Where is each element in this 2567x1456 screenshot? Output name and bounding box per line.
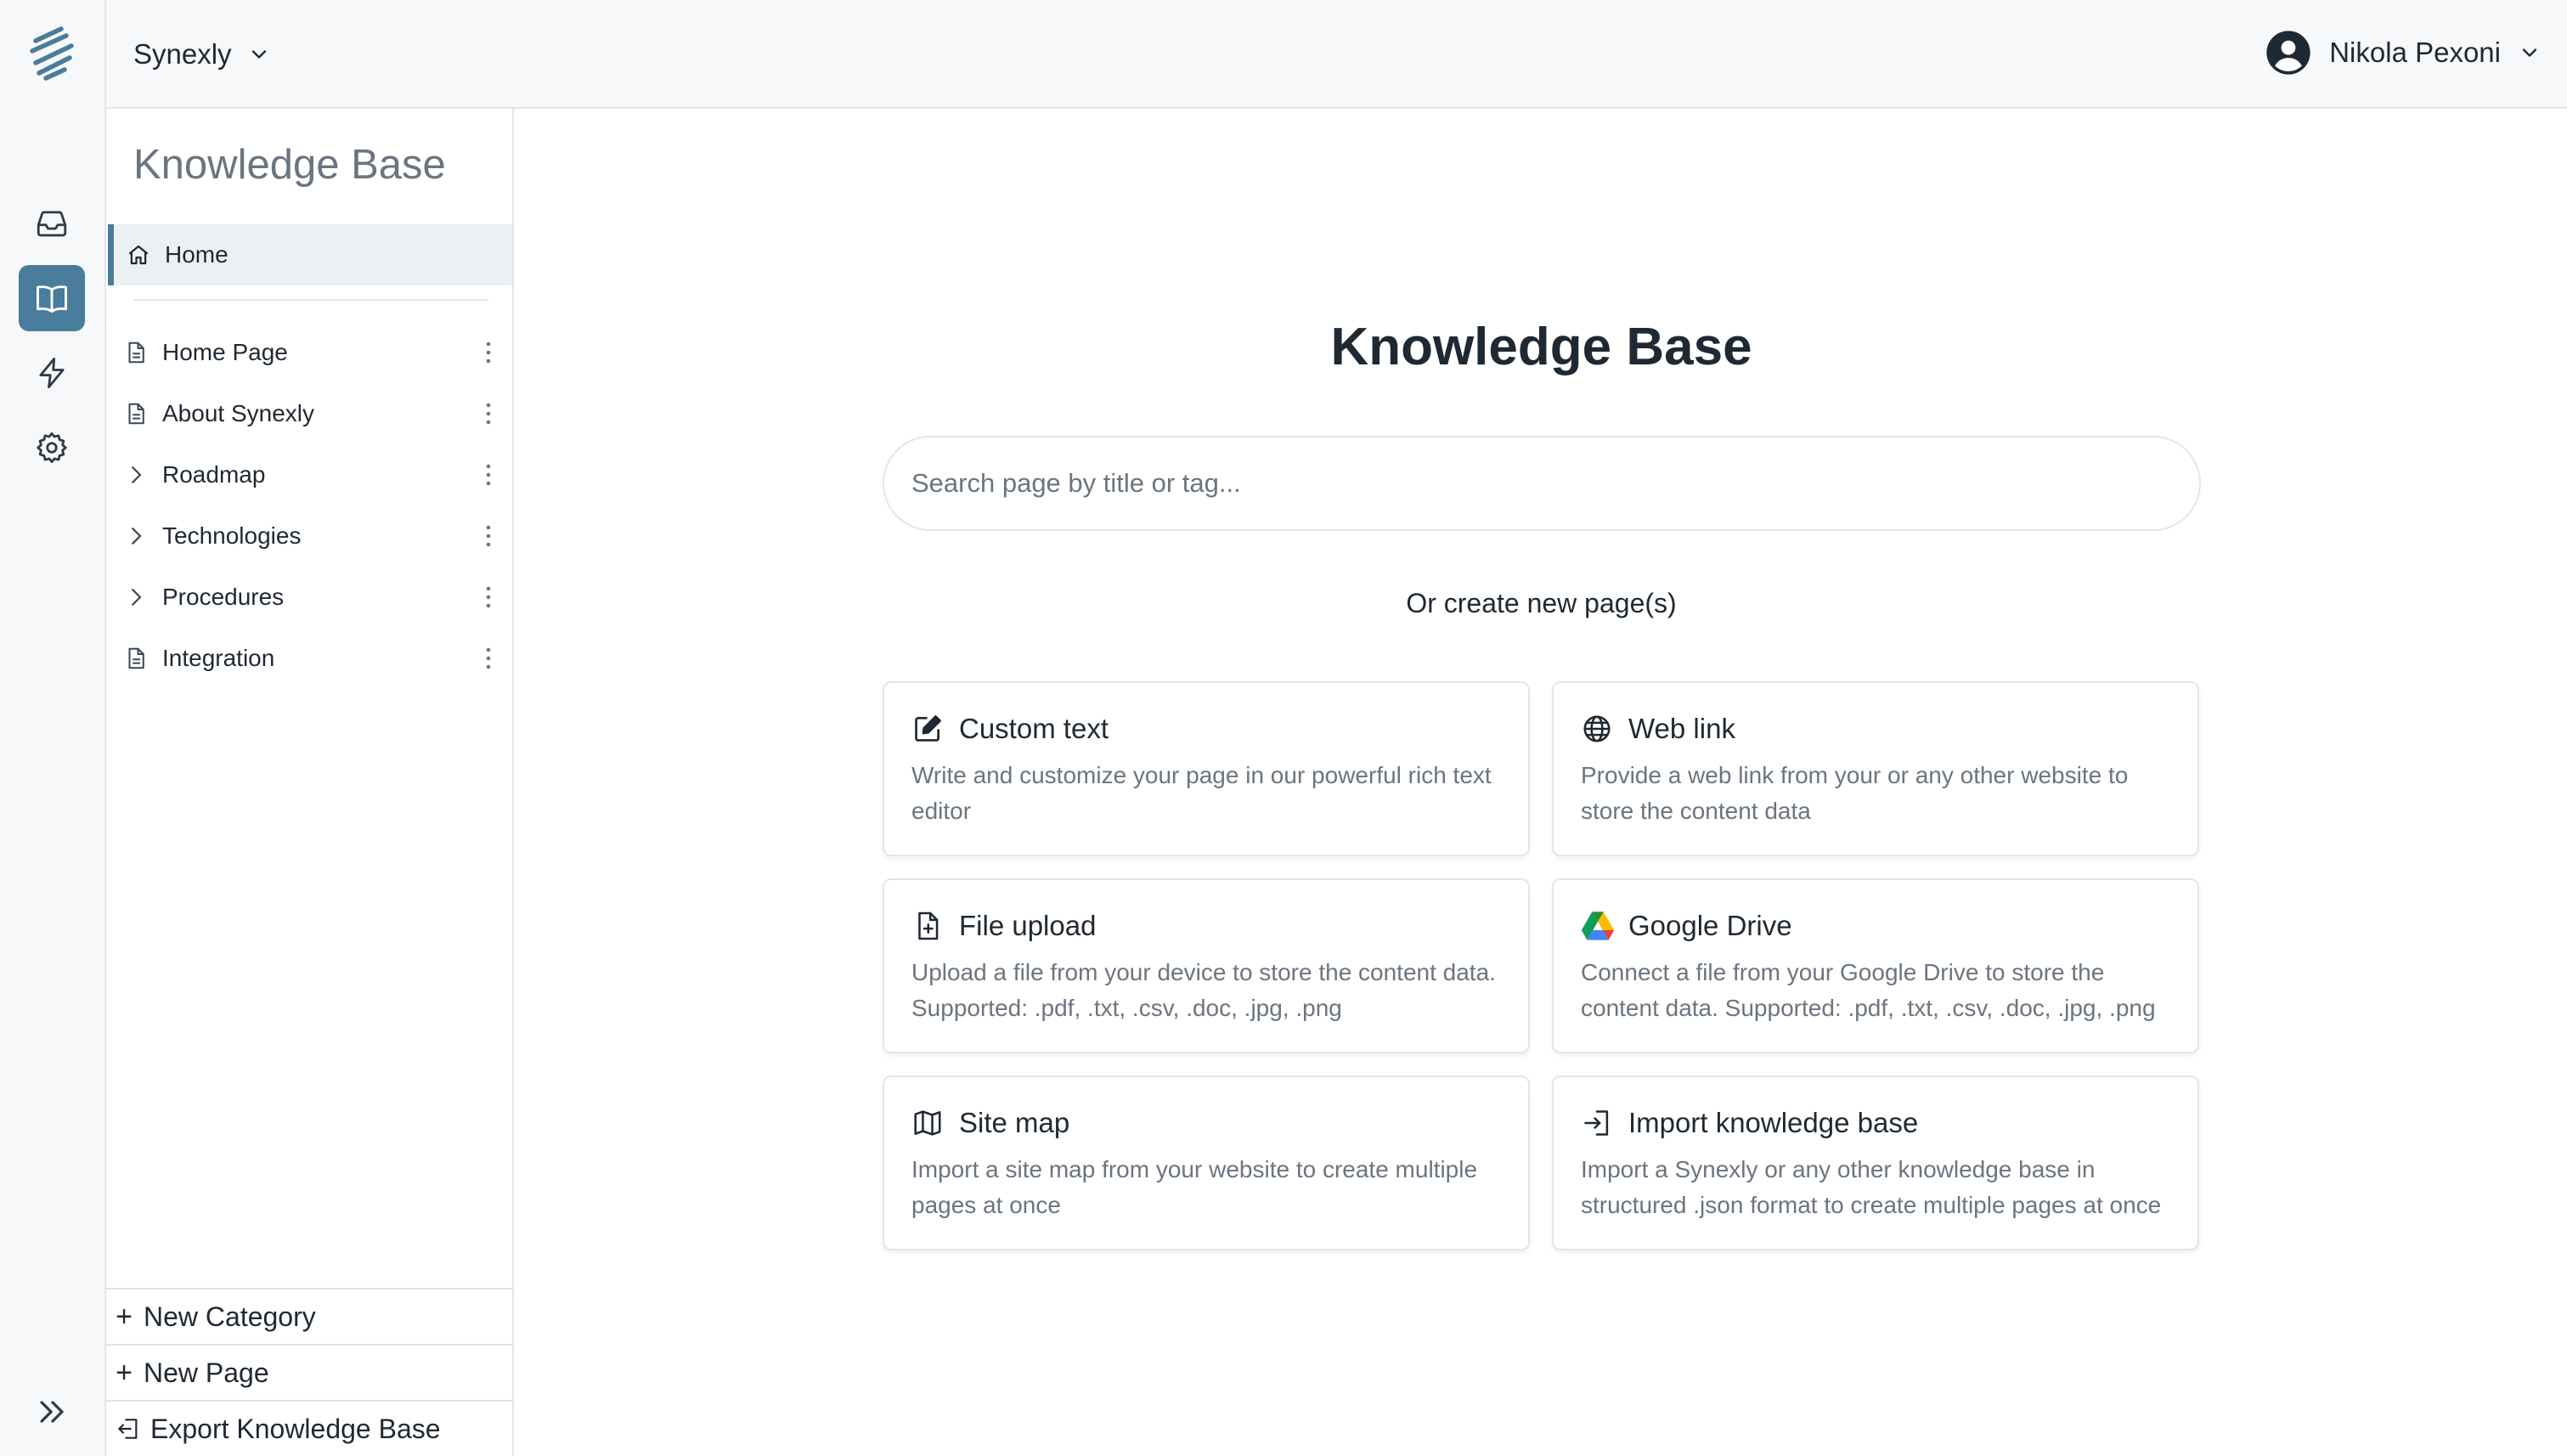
user-avatar-icon [2265, 29, 2312, 76]
workspace-name: Synexly [133, 38, 232, 70]
export-knowledge-base-button[interactable]: Export Knowledge Base [106, 1400, 512, 1456]
plus-icon: + [116, 1301, 133, 1333]
card-description: Upload a file from your device to store … [911, 959, 1496, 1021]
new-page-button[interactable]: + New Page [106, 1344, 512, 1400]
globe-icon [1581, 713, 1613, 745]
divider [133, 299, 488, 301]
expand-rail-button[interactable] [34, 1393, 71, 1431]
main-content: Knowledge Base Or create new page(s) Cus… [516, 110, 2567, 1456]
sidebar-footer: + New Category + New Page Export Knowled… [106, 1288, 512, 1456]
new-category-button[interactable]: + New Category [106, 1288, 512, 1344]
card-title: Web link [1628, 713, 1735, 744]
sidebar-item-label: Home [165, 241, 228, 268]
chevron-down-icon [247, 42, 271, 66]
file-icon [123, 401, 149, 426]
web-link-card[interactable]: Web link Provide a web link from your or… [1552, 681, 2199, 856]
automations-nav-button[interactable] [19, 340, 85, 406]
more-options-icon[interactable] [482, 523, 495, 549]
card-description: Import a Synexly or any other knowledge … [1581, 1156, 2162, 1218]
sidebar-item-integration[interactable]: Integration [106, 628, 512, 689]
sidebar-item-label: Technologies [162, 522, 302, 549]
chevrons-right-icon [34, 1393, 71, 1431]
custom-text-card[interactable]: Custom text Write and customize your pag… [883, 681, 1530, 856]
create-options-grid: Custom text Write and customize your pag… [883, 681, 2201, 1250]
card-title: Site map [959, 1107, 1070, 1138]
chevron-down-icon [2518, 41, 2542, 65]
lightning-icon [34, 355, 70, 391]
top-bar: Synexly Nikola Pexoni [106, 0, 2567, 109]
sidebar-item-technologies[interactable]: Technologies [106, 505, 512, 567]
chevron-right-icon[interactable] [123, 584, 149, 610]
more-options-icon[interactable] [482, 462, 495, 488]
file-icon [123, 646, 149, 671]
file-icon [123, 340, 149, 365]
book-open-icon [33, 279, 71, 317]
card-description: Write and customize your page in our pow… [911, 762, 1492, 824]
sidebar-item-label: Procedures [162, 584, 285, 610]
gear-icon [34, 430, 70, 466]
map-icon [911, 1107, 944, 1139]
file-upload-card[interactable]: File upload Upload a file from your devi… [883, 878, 1530, 1053]
import-knowledge-base-card[interactable]: Import knowledge base Import a Synexly o… [1552, 1075, 2199, 1250]
card-title: Custom text [959, 713, 1109, 744]
card-title: Import knowledge base [1628, 1107, 1919, 1138]
sidebar-item-procedures[interactable]: Procedures [106, 567, 512, 628]
sidebar-item-label: Home Page [162, 339, 288, 365]
search-input[interactable] [883, 436, 2201, 531]
sidebar-title: Knowledge Base [133, 142, 446, 188]
google-drive-card[interactable]: Google Drive Connect a file from your Go… [1552, 878, 2199, 1053]
edit-icon [911, 713, 944, 745]
more-options-icon[interactable] [482, 584, 495, 610]
card-description: Connect a file from your Google Drive to… [1581, 959, 2156, 1021]
icon-rail [0, 0, 106, 1456]
export-label: Export Knowledge Base [150, 1413, 441, 1444]
sidebar-item-about-synexly[interactable]: About Synexly [106, 383, 512, 444]
inbox-nav-button[interactable] [19, 190, 85, 257]
new-page-label: New Page [144, 1357, 269, 1388]
chevron-right-icon[interactable] [123, 462, 149, 488]
new-category-label: New Category [144, 1301, 316, 1332]
more-options-icon[interactable] [482, 401, 495, 426]
sidebar-item-label: About Synexly [162, 400, 314, 426]
user-name: Nikola Pexoni [2329, 37, 2501, 68]
google-drive-icon [1581, 910, 1615, 942]
workspace-switcher[interactable]: Synexly [133, 34, 271, 75]
sidebar-item-home[interactable]: Home [108, 224, 512, 285]
more-options-icon[interactable] [482, 340, 495, 365]
card-description: Provide a web link from your or any othe… [1581, 762, 2129, 824]
sidebar-item-label: Roadmap [162, 461, 266, 488]
sign-in-icon [1581, 1107, 1613, 1139]
create-prompt: Or create new page(s) [1406, 588, 1677, 618]
user-menu[interactable]: Nikola Pexoni [2265, 27, 2542, 78]
knowledge-base-sidebar: Knowledge Base Home Home Page About Syne… [106, 109, 514, 1456]
sign-out-icon [115, 1415, 142, 1442]
site-map-card[interactable]: Site map Import a site map from your web… [883, 1075, 1530, 1250]
page-tree: Home Page About Synexly Roadmap Technolo… [106, 322, 512, 689]
card-title: File upload [959, 910, 1097, 941]
more-options-icon[interactable] [482, 646, 495, 671]
sidebar-item-home-page[interactable]: Home Page [106, 322, 512, 383]
sidebar-item-label: Integration [162, 645, 275, 671]
plus-icon: + [116, 1357, 133, 1389]
page-title: Knowledge Base [1330, 318, 1752, 376]
synexly-logo-icon[interactable] [27, 25, 78, 82]
sidebar-item-roadmap[interactable]: Roadmap [106, 444, 512, 505]
home-icon [126, 242, 151, 268]
card-title: Google Drive [1628, 910, 1792, 941]
inbox-icon [34, 206, 70, 241]
knowledge-base-nav-button[interactable] [19, 265, 85, 331]
file-plus-icon [911, 910, 944, 942]
card-description: Import a site map from your website to c… [911, 1156, 1478, 1218]
chevron-right-icon[interactable] [123, 523, 149, 549]
settings-nav-button[interactable] [19, 415, 85, 481]
